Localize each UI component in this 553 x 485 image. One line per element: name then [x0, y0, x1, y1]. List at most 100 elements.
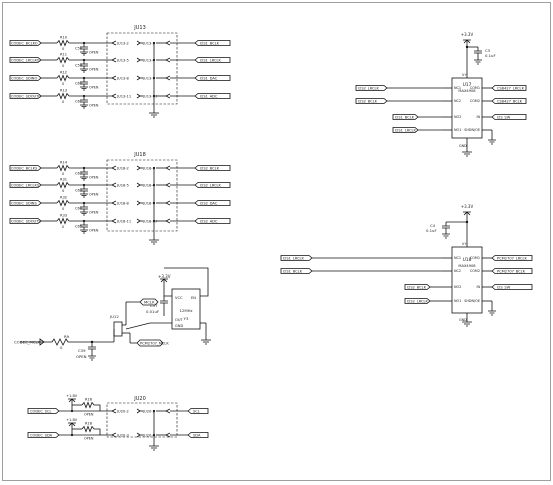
u18-supply: +3.3V [461, 204, 474, 209]
resistor-ref: R14 [60, 161, 68, 165]
pullup-resistor [81, 401, 101, 411]
capacitor-ref: C59 [75, 64, 83, 68]
resistor-ref: R18 [85, 422, 93, 426]
jumper-pin-icon [136, 57, 141, 63]
bypass-capacitor [160, 300, 168, 304]
resistor-value: OPEN [84, 437, 94, 441]
net-label: PCM2707_BCLK [497, 269, 526, 273]
jumper-pin-a: JU13-2 [116, 41, 129, 45]
jumper-pin-b: JU13-1 [142, 41, 155, 45]
capacitor-ref: C58 [75, 47, 83, 51]
u18-cap-value: 0.1uF [426, 228, 437, 233]
ic-pin-name: SHDN/OE [464, 128, 480, 132]
net-input-label: CODEC_SDINS [11, 201, 37, 205]
jumper-pin-icon [165, 182, 171, 188]
jumper-pin-icon [165, 75, 171, 81]
jumper-pin-icon [136, 182, 141, 188]
net-output-label: I2S1_BCLK [200, 41, 220, 45]
ic-pin-name: NO1 [454, 128, 461, 132]
circuit-row: CODEC_SDOUTS R33 0 C65 OPEN JU18-11 JU18-10 I2S… [9, 214, 231, 234]
ground-symbol [442, 233, 450, 239]
capacitor-ref: C62 [75, 172, 82, 176]
capacitor-ref: C64 [75, 207, 83, 211]
schematic-sheet: JU13 JU18 +3.3V VCC EN GND OUT 12MHz Y3 … [2, 2, 551, 481]
jumper-pin-icon [165, 200, 171, 206]
jumper-pin-b: JU13-10 [142, 94, 158, 98]
resistor-ref: R12 [60, 71, 67, 75]
jumper-pin-icon [136, 165, 141, 171]
u18-pin-bottom: GND [459, 318, 467, 322]
net-label: I2S2_BCLK [407, 285, 427, 289]
net-input-label: CODEC_LRCLKO [11, 58, 40, 62]
resistor-ref: R13 [60, 89, 67, 93]
osc-pin-en: EN [191, 296, 196, 300]
net-input-label: CODEC_BCLKO [11, 41, 38, 45]
capacitor-c3 [474, 50, 482, 54]
jumper-pin-b: JU18-10 [142, 219, 158, 223]
circuit-row: CODEC_LRCLKSR310 C63OPENJU18-5 JU18-4 I2S2_… [9, 178, 231, 198]
resistor [56, 56, 70, 64]
capacitor-value: OPEN [89, 86, 99, 90]
resistor-value: 0 [62, 207, 65, 211]
capacitor-value: OPEN [89, 104, 99, 108]
ground-symbol [80, 229, 88, 234]
capacitor-c4 [442, 225, 450, 229]
ic-pin-name: COM1 [470, 256, 480, 260]
jumper-pin-icon [111, 218, 117, 224]
net-label: I2S2_LRCLK [358, 86, 380, 90]
net-label: CS8427_LRCLK [497, 86, 525, 90]
net-input-label: CODEC_LRCLKS [11, 183, 40, 187]
ic-left-pin: NO2 I2S1_BCLK [392, 114, 461, 120]
ground-symbol [80, 176, 88, 181]
net-input-label: CODEC_SCL [30, 409, 51, 413]
resistor [56, 199, 70, 207]
resistor-value: 0 [62, 47, 65, 51]
net-output-label: I2S1_ADC [200, 94, 218, 98]
jumper-pin-icon [165, 165, 171, 171]
pullup-resistor [81, 425, 101, 435]
net-output-label: I2S1_DAC [200, 76, 218, 80]
resistor-ref: R31 [60, 178, 67, 182]
osc-pin-gnd: GND [175, 324, 183, 328]
net-label: I2S1_LRCLK [283, 256, 305, 260]
net-pcm2707-mclk: PCM2707_MCLK [140, 342, 169, 346]
jumper-pin-a: JU18-11 [116, 219, 131, 223]
capacitor-value: OPEN [89, 229, 99, 233]
jumper-pin-icon [136, 432, 141, 438]
ground-symbol [88, 355, 96, 361]
circuit-row: CODEC_LRCLKOR110 C59OPENJU13-5 JU13-4 I2S1_… [9, 53, 231, 73]
ic-right-pin: COM2 PCM2707_BCLK [470, 268, 533, 274]
ic-pin-name: NC2 [454, 99, 461, 103]
resistor-value: 0 [62, 225, 65, 229]
jumper-pin-icon [111, 75, 117, 81]
jumper-ju12 [113, 321, 123, 337]
ground-symbol [80, 104, 88, 109]
ground-symbol [80, 51, 88, 56]
resistor [56, 74, 70, 82]
ground-symbol [80, 68, 88, 73]
ju20-dashed-box [106, 402, 178, 438]
ground-symbol [488, 310, 496, 316]
ground-symbol [149, 445, 159, 451]
net-label: I2S_SW [497, 115, 511, 119]
ground-symbol [201, 339, 211, 345]
resistor [56, 217, 70, 225]
r9-value: 0 [60, 345, 63, 350]
jumper-pin-icon [136, 75, 141, 81]
u18-part: MAX4908 [458, 264, 476, 268]
jumper-pin-a: JU18-5 [116, 183, 129, 187]
resistor-ref: R11 [60, 53, 67, 57]
resistor-ref: R16 [85, 398, 93, 402]
net-label: I2S1_LRCLK [395, 128, 417, 132]
ic-pin-name: NO1 [454, 299, 461, 303]
r9-ref: R9 [64, 334, 70, 339]
sheet-border [2, 2, 551, 481]
jumper-block-ju20: JU20 [106, 396, 178, 451]
net-input-label: CODEC_SDINO [11, 76, 37, 80]
jumper-pin-b: JU18-7 [142, 201, 155, 205]
net-output-label: I2S1_LRCLK [200, 58, 222, 62]
osc-pin-out: OUT [175, 318, 183, 322]
jumper-pin-icon [111, 408, 117, 414]
capacitor-ref: C63 [75, 189, 82, 193]
resistor [56, 92, 70, 100]
